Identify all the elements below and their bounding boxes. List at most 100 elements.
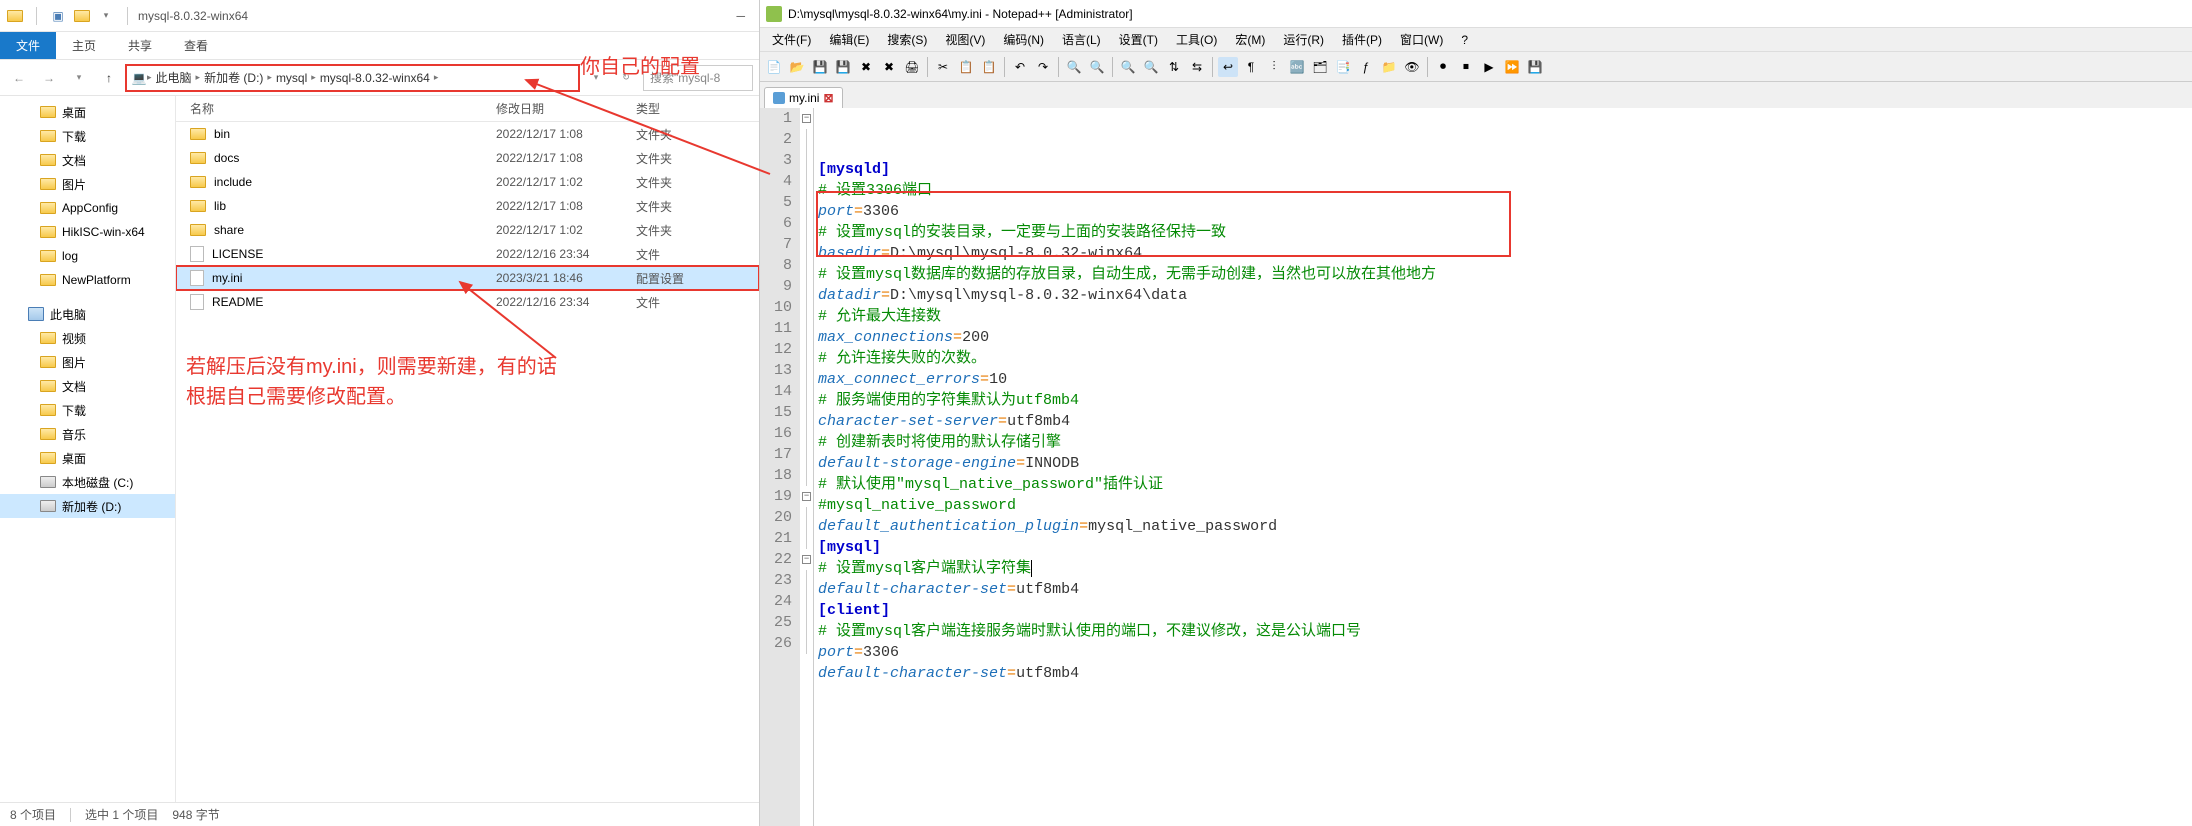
- tab-close-icon[interactable]: ⊠: [823, 91, 833, 105]
- list-row[interactable]: docs2022/12/17 1:08文件夹: [176, 146, 759, 170]
- tree-item[interactable]: AppConfig: [0, 196, 175, 220]
- sync-h-icon[interactable]: ⇆: [1187, 57, 1207, 77]
- list-row[interactable]: include2022/12/17 1:02文件夹: [176, 170, 759, 194]
- code-line[interactable]: # 默认使用"mysql_native_password"插件认证: [818, 474, 2192, 495]
- column-date[interactable]: 修改日期: [496, 100, 636, 117]
- copy-icon[interactable]: 📋: [956, 57, 976, 77]
- redo-icon[interactable]: ↷: [1033, 57, 1053, 77]
- code-line[interactable]: # 创建新表时将使用的默认存储引擎: [818, 432, 2192, 453]
- properties-icon[interactable]: ▣: [49, 7, 67, 25]
- func-list-icon[interactable]: ƒ: [1356, 57, 1376, 77]
- tree-item[interactable]: 桌面: [0, 100, 175, 124]
- menu-item[interactable]: 搜索(S): [879, 29, 935, 50]
- code-line[interactable]: port=3306: [818, 642, 2192, 663]
- refresh-button[interactable]: ↻: [613, 65, 639, 91]
- sync-v-icon[interactable]: ⇅: [1164, 57, 1184, 77]
- code-line[interactable]: # 允许最大连接数: [818, 306, 2192, 327]
- fold-marker[interactable]: [800, 213, 813, 234]
- code-line[interactable]: port=3306: [818, 201, 2192, 222]
- nav-up-button[interactable]: ↑: [96, 65, 122, 91]
- undo-icon[interactable]: ↶: [1010, 57, 1030, 77]
- code-line[interactable]: # 设置mysql数据库的数据的存放目录，自动生成，无需手动创建，当然也可以放在…: [818, 264, 2192, 285]
- menu-item[interactable]: 编码(N): [995, 29, 1052, 50]
- show-all-icon[interactable]: ¶: [1241, 57, 1261, 77]
- fold-marker[interactable]: [800, 507, 813, 528]
- fold-marker[interactable]: [800, 234, 813, 255]
- fold-marker[interactable]: [800, 297, 813, 318]
- list-row[interactable]: README2022/12/16 23:34文件: [176, 290, 759, 314]
- code-line[interactable]: character-set-server=utf8mb4: [818, 411, 2192, 432]
- list-header[interactable]: 名称 修改日期 类型: [176, 96, 759, 122]
- file-tab[interactable]: my.ini ⊠: [764, 87, 843, 108]
- code-line[interactable]: #mysql_native_password: [818, 495, 2192, 516]
- fold-marker[interactable]: [800, 255, 813, 276]
- wordwrap-icon[interactable]: ↩: [1218, 57, 1238, 77]
- ribbon-tab-view[interactable]: 查看: [168, 32, 224, 59]
- code-area[interactable]: [mysqld]# 设置3306端口port=3306# 设置mysql的安装目…: [814, 108, 2192, 826]
- list-row[interactable]: share2022/12/17 1:02文件夹: [176, 218, 759, 242]
- code-line[interactable]: [mysql]: [818, 537, 2192, 558]
- fold-marker[interactable]: [800, 465, 813, 486]
- tree-item[interactable]: 图片: [0, 350, 175, 374]
- save-all-icon[interactable]: 💾: [833, 57, 853, 77]
- folder-view-icon[interactable]: 📁: [1379, 57, 1399, 77]
- code-line[interactable]: max_connect_errors=10: [818, 369, 2192, 390]
- minimize-button[interactable]: ─: [736, 9, 745, 23]
- udl-icon[interactable]: 🔤: [1287, 57, 1307, 77]
- fold-marker[interactable]: [800, 381, 813, 402]
- menu-item[interactable]: 设置(T): [1111, 29, 1166, 50]
- tree-item[interactable]: 下载: [0, 398, 175, 422]
- close-icon[interactable]: ✖: [856, 57, 876, 77]
- tree-item[interactable]: 下载: [0, 124, 175, 148]
- code-line[interactable]: default_authentication_plugin=mysql_nati…: [818, 516, 2192, 537]
- fold-marker[interactable]: [800, 591, 813, 612]
- fold-marker[interactable]: [800, 129, 813, 150]
- file-list[interactable]: bin2022/12/17 1:08文件夹docs2022/12/17 1:08…: [176, 122, 759, 802]
- close-all-icon[interactable]: ✖: [879, 57, 899, 77]
- list-row[interactable]: bin2022/12/17 1:08文件夹: [176, 122, 759, 146]
- open-icon[interactable]: 📂: [787, 57, 807, 77]
- menu-item[interactable]: 语言(L): [1054, 29, 1109, 50]
- tree-item[interactable]: 新加卷 (D:): [0, 494, 175, 518]
- fold-marker[interactable]: [800, 423, 813, 444]
- tree-item[interactable]: log: [0, 244, 175, 268]
- code-line[interactable]: datadir=D:\mysql\mysql-8.0.32-winx64\dat…: [818, 285, 2192, 306]
- record-macro-icon[interactable]: ⏺: [1433, 57, 1453, 77]
- address-bar[interactable]: 💻 ▸ 此电脑▸新加卷 (D:)▸mysql▸mysql-8.0.32-winx…: [126, 65, 579, 91]
- nav-history-dropdown[interactable]: ▾: [66, 65, 92, 91]
- nav-back-button[interactable]: ←: [6, 65, 32, 91]
- address-dropdown-icon[interactable]: ▾: [583, 65, 609, 91]
- code-line[interactable]: default-character-set=utf8mb4: [818, 663, 2192, 684]
- print-icon[interactable]: 🖨: [902, 57, 922, 77]
- code-line[interactable]: # 允许连接失败的次数。: [818, 348, 2192, 369]
- column-type[interactable]: 类型: [636, 100, 736, 117]
- code-line[interactable]: default-character-set=utf8mb4: [818, 579, 2192, 600]
- fold-marker[interactable]: [800, 360, 813, 381]
- code-line[interactable]: max_connections=200: [818, 327, 2192, 348]
- breadcrumb-segment[interactable]: mysql-8.0.32-winx64: [316, 71, 434, 85]
- play-multi-icon[interactable]: ⏩: [1502, 57, 1522, 77]
- tree-item[interactable]: 图片: [0, 172, 175, 196]
- column-name[interactable]: 名称: [176, 100, 496, 117]
- tree-item[interactable]: NewPlatform: [0, 268, 175, 292]
- breadcrumb-segment[interactable]: mysql: [272, 71, 311, 85]
- tree-item[interactable]: HikISC-win-x64: [0, 220, 175, 244]
- menu-item[interactable]: 编辑(E): [821, 29, 877, 50]
- fold-marker[interactable]: [800, 402, 813, 423]
- list-row[interactable]: lib2022/12/17 1:08文件夹: [176, 194, 759, 218]
- replace-icon[interactable]: 🔍: [1087, 57, 1107, 77]
- menu-item[interactable]: 窗口(W): [1392, 29, 1451, 50]
- doc-list-icon[interactable]: 📑: [1333, 57, 1353, 77]
- fold-marker[interactable]: [800, 150, 813, 171]
- code-line[interactable]: [mysqld]: [818, 159, 2192, 180]
- breadcrumb-segment[interactable]: 新加卷 (D:): [200, 69, 267, 86]
- tree-item[interactable]: 文档: [0, 374, 175, 398]
- doc-map-icon[interactable]: 🗂: [1310, 57, 1330, 77]
- code-line[interactable]: basedir=D:\mysql\mysql-8.0.32-winx64: [818, 243, 2192, 264]
- tree-item[interactable]: 桌面: [0, 446, 175, 470]
- code-line[interactable]: [818, 684, 2192, 705]
- code-line[interactable]: # 设置3306端口: [818, 180, 2192, 201]
- code-line[interactable]: [client]: [818, 600, 2192, 621]
- fold-marker[interactable]: [800, 528, 813, 549]
- menu-bar[interactable]: 文件(F)编辑(E)搜索(S)视图(V)编码(N)语言(L)设置(T)工具(O)…: [760, 28, 2192, 52]
